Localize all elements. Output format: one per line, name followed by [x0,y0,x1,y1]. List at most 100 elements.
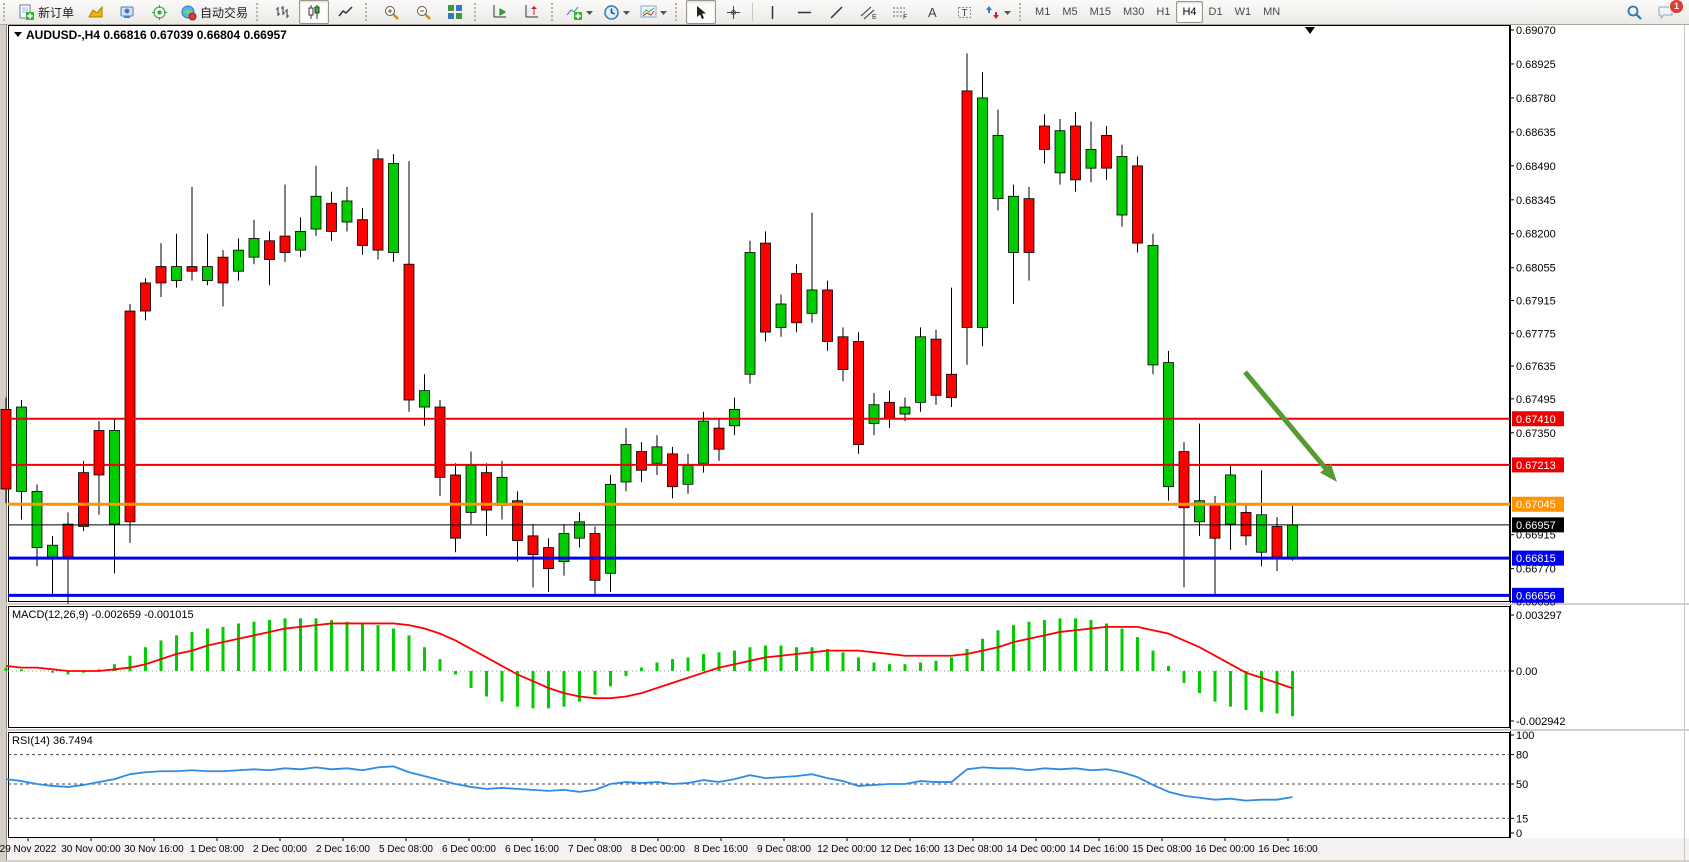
tile-windows-icon [447,4,463,20]
tile-windows-button[interactable] [440,0,470,24]
timeframe-button-w1[interactable]: W1 [1229,1,1258,23]
time-tick-label: 5 Dec 08:00 [379,844,433,855]
toolbar-grip[interactable] [3,3,10,21]
candle-body [234,250,244,271]
market-watch-button[interactable] [80,0,110,24]
toolbar-grip[interactable] [256,3,263,21]
auto-scroll-button[interactable] [485,0,515,24]
candle-body [528,536,538,555]
candle-body [156,267,166,283]
candlestick-mode-button[interactable] [299,0,329,24]
candle-body [327,203,337,231]
panel-splitter[interactable] [0,729,1689,731]
candle-body [1055,131,1065,173]
svg-text:E: E [872,14,877,20]
time-tick-label: 30 Nov 16:00 [124,844,184,855]
bar-chart-mode-button[interactable] [267,0,297,24]
candle-body [63,524,73,557]
fibonacci-icon: F [892,5,909,20]
zoom-out-button[interactable] [408,0,438,24]
cursor-tool-button[interactable] [686,0,716,24]
text-icon: A [925,5,940,20]
candle-body [48,545,58,557]
rsi-axis-label: 100 [1516,730,1534,742]
price-tick-label: 0.68635 [1516,127,1556,139]
timeframe-button-m1[interactable]: M1 [1029,1,1056,23]
price-tick-label: 0.67775 [1516,328,1556,340]
time-tick-label: 15 Dec 08:00 [1132,844,1192,855]
candle-body [1257,515,1267,552]
line-chart-mode-button[interactable] [331,0,361,24]
candle-body [683,466,693,485]
candle-body [885,402,895,418]
candle-body [761,243,771,332]
price-level-badge-label: 0.66656 [1516,590,1556,602]
time-tick-label: 12 Dec 00:00 [817,844,877,855]
timeframe-button-mn[interactable]: MN [1257,1,1286,23]
chart-shift-icon [524,4,540,20]
candle-body [342,201,352,222]
candle-body [900,407,910,414]
clock-icon [603,4,620,21]
timeframe-button-h1[interactable]: H1 [1150,1,1176,23]
time-tick-label: 8 Dec 00:00 [631,844,685,855]
candle-body [1,409,11,489]
timeframe-button-h4[interactable]: H4 [1176,1,1202,23]
line-chart-icon [338,4,354,20]
notifications-button[interactable]: 1 [1651,0,1681,24]
chart-shift-button[interactable] [517,0,547,24]
timeframe-button-d1[interactable]: D1 [1203,1,1229,23]
crosshair-tool-button[interactable] [718,0,748,24]
chart-area[interactable]: 0.690700.689250.687800.686350.684900.683… [0,0,1689,862]
price-tick-label: 0.67915 [1516,295,1556,307]
zoom-out-icon [415,4,432,21]
strategy-tester-button[interactable] [144,0,174,24]
candle-body [668,454,678,487]
chevron-down-icon [586,10,593,15]
new-order-button[interactable]: 新订单 [14,0,78,24]
vertical-line-tool-button[interactable] [757,0,787,24]
fibonacci-tool-button[interactable]: F [885,0,915,24]
candle-body [1241,512,1251,535]
candle-body [1179,452,1189,508]
horizontal-line-tool-button[interactable] [789,0,819,24]
zoom-in-button[interactable] [376,0,406,24]
candle-body [1009,196,1019,252]
toolbar-grip[interactable] [675,3,682,21]
market-watch-icon [87,4,104,21]
timeframe-button-m30[interactable]: M30 [1117,1,1150,23]
price-tick-label: 0.69070 [1516,25,1556,37]
shapes-tool-button[interactable] [981,0,1015,24]
candle-body [916,337,926,403]
time-tick-label: 16 Dec 00:00 [1195,844,1255,855]
price-tick-label: 0.68200 [1516,229,1556,241]
candle-body [420,391,430,407]
periods-button[interactable] [599,0,634,24]
text-label-tool-button[interactable]: T [949,0,979,24]
chevron-down-icon [660,10,667,15]
auto-trading-button[interactable]: 自动交易 [176,0,252,24]
price-tick-label: 0.68925 [1516,59,1556,71]
time-tick-label: 9 Dec 08:00 [757,844,811,855]
chart-title: AUDUSD-,H4 0.66816 0.67039 0.66804 0.669… [14,28,287,42]
candle-body [311,196,321,229]
toolbar-grip[interactable] [1019,3,1026,21]
search-button[interactable] [1619,0,1649,24]
toolbar-grip[interactable] [551,3,558,21]
templates-button[interactable] [636,0,671,24]
candle-body [1024,199,1034,253]
equidistant-channel-tool-button[interactable]: E [853,0,883,24]
time-tick-label: 6 Dec 16:00 [505,844,559,855]
toolbar-grip[interactable] [365,3,372,21]
panel-splitter[interactable] [0,603,1689,605]
time-tick-label: 6 Dec 00:00 [442,844,496,855]
timeframe-button-m5[interactable]: M5 [1056,1,1083,23]
trendline-tool-button[interactable] [821,0,851,24]
toolbar-grip[interactable] [474,3,481,21]
timeframe-button-m15[interactable]: M15 [1084,1,1117,23]
terminal-button[interactable] [112,0,142,24]
bar-chart-icon [274,4,290,20]
candlestick-icon [306,4,322,20]
text-tool-button[interactable]: A [917,0,947,24]
indicators-button[interactable] [562,0,597,24]
